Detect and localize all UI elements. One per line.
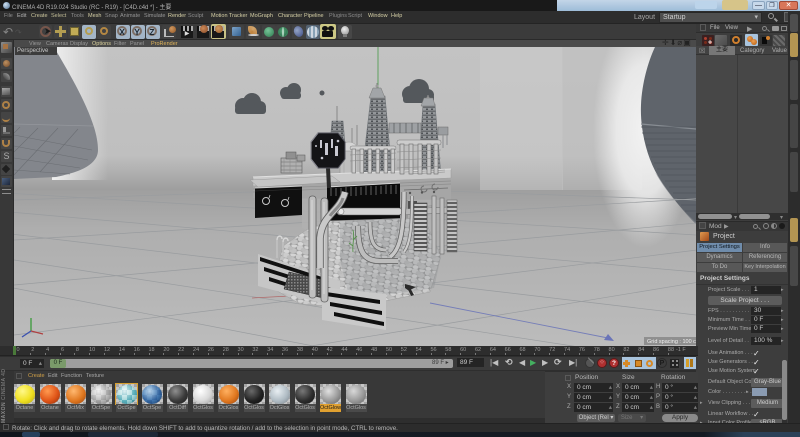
svg-text:Grid spacing : 100 cm: Grid spacing : 100 cm (647, 339, 696, 345)
